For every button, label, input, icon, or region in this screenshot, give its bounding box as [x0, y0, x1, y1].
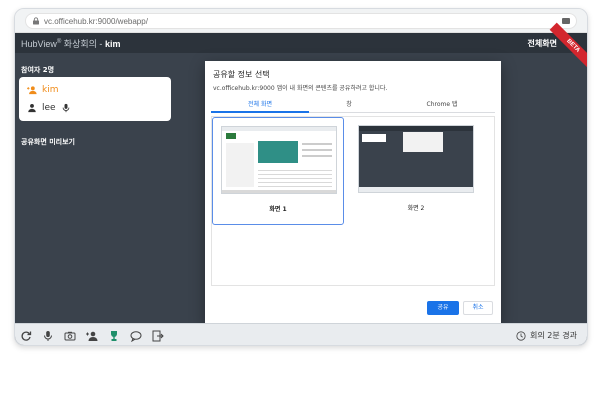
elapsed-text: 회의 2분 경과 [530, 331, 577, 340]
dialog-title: 공유할 정보 선택 [213, 70, 270, 79]
participant-list: kim lee [19, 77, 171, 121]
dialog-subtitle: vc.officehub.kr:9000 앱이 내 화면의 콘텐츠를 공유하려고… [213, 85, 388, 92]
refresh-icon[interactable] [19, 329, 33, 343]
lock-icon [33, 17, 39, 25]
host-user-icon [27, 86, 37, 95]
tab-chrome[interactable]: Chrome 탭 [389, 99, 495, 113]
chat-icon[interactable] [129, 329, 143, 343]
meeting-title: HubView® 화상회의 - kim [21, 37, 120, 50]
screen-1-label: 화면 1 [269, 206, 287, 213]
trophy-icon[interactable] [107, 329, 121, 343]
window-icon[interactable] [562, 18, 570, 24]
add-user-icon[interactable] [85, 329, 99, 343]
browser-bar: vc.officehub.kr:9000/webapp/ [15, 9, 587, 33]
screen-option-2[interactable]: 화면 2 [350, 117, 482, 225]
screen-options: 화면 1 화면 2 [211, 116, 495, 286]
tab-entire-screen[interactable]: 전체 화면 [211, 99, 309, 113]
app-header: HubView® 화상회의 - kim 전체화면 BETA [15, 22, 587, 70]
meeting-label: 화상회의 - [63, 39, 103, 49]
microphone-icon[interactable] [41, 329, 55, 343]
participant-guest[interactable]: lee [27, 101, 71, 115]
exit-icon[interactable] [151, 329, 165, 343]
fullscreen-button[interactable]: 전체화면 [528, 38, 557, 49]
share-button[interactable]: 공유 [427, 301, 459, 315]
participants-title: 참여자 2명 [21, 66, 55, 74]
participant-host[interactable]: kim [27, 83, 58, 97]
screen-2-label: 화면 2 [407, 205, 425, 212]
cancel-button[interactable]: 취소 [463, 301, 493, 315]
share-dialog: 공유할 정보 선택 vc.officehub.kr:9000 앱이 내 화면의 … [205, 61, 501, 325]
participant-name: lee [42, 103, 56, 113]
bottom-toolbar: 회의 2분 경과 [15, 323, 587, 345]
user-icon [28, 104, 36, 113]
screen-1-preview [221, 126, 337, 194]
screen-option-1[interactable]: 화면 1 [212, 117, 344, 225]
camera-icon[interactable] [63, 329, 77, 343]
brand-name: HubView [21, 39, 57, 49]
address-bar[interactable]: vc.officehub.kr:9000/webapp/ [25, 13, 577, 29]
clock-icon [516, 330, 526, 341]
screen-2-preview [358, 125, 474, 193]
share-tabs: 전체 화면 창 Chrome 탭 [211, 99, 495, 113]
elapsed-time: 회의 2분 경과 [516, 330, 577, 341]
url-text: vc.officehub.kr:9000/webapp/ [44, 17, 148, 26]
participant-name: kim [42, 85, 59, 95]
microphone-icon [62, 103, 69, 113]
app: HubView® 화상회의 - kim 전체화면 BETA 참여자 2명 kim… [15, 22, 587, 345]
browser-window: vc.officehub.kr:9000/webapp/ HubView® 화상… [14, 8, 588, 346]
tab-window[interactable]: 창 [309, 99, 389, 113]
current-user: kim [104, 39, 121, 49]
share-preview-title: 공유화면 미리보기 [21, 138, 75, 146]
brand-mark: ® [56, 39, 62, 45]
